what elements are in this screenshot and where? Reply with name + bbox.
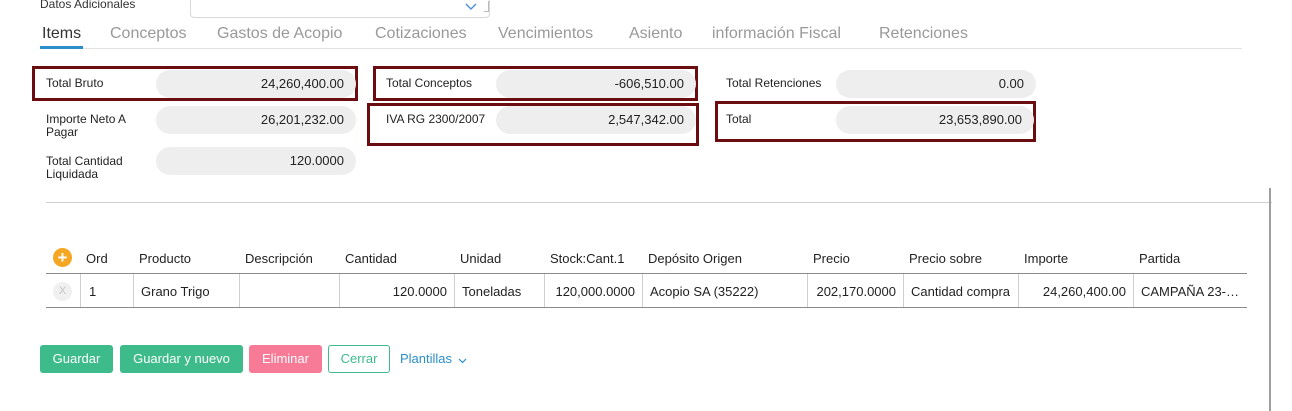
resize-handle-icon <box>484 1 489 12</box>
guardar-button[interactable]: Guardar <box>40 345 113 373</box>
plantillas-label: Plantillas <box>400 351 453 366</box>
tab-gastos-de-acopio[interactable]: Gastos de Acopio <box>217 25 342 43</box>
cell-producto[interactable]: Grano Trigo <box>141 284 210 299</box>
cell-separator <box>133 274 134 307</box>
total-conceptos-value: -606,510.00 <box>496 70 696 98</box>
cell-cantidad[interactable]: 120.0000 <box>345 284 447 299</box>
total-bruto-value: 24,260,400.00 <box>156 70 356 98</box>
total-label: Total <box>726 112 752 126</box>
column-header-ord: Ord <box>86 251 108 266</box>
chevron-down-icon <box>465 1 477 13</box>
column-header-stock: Stock:Cant.1 <box>550 251 625 266</box>
delete-row-icon[interactable]: X <box>53 282 72 301</box>
datos-adicionales-label: Datos Adicionales <box>40 0 136 11</box>
cerrar-button[interactable]: Cerrar <box>328 345 390 373</box>
total-cantidad-label: Total Cantidad Liquidada <box>46 154 123 181</box>
total-conceptos-label: Total Conceptos <box>386 76 473 90</box>
grid-row-border <box>46 307 1247 308</box>
cell-separator <box>1133 274 1134 307</box>
guardar-y-nuevo-button[interactable]: Guardar y nuevo <box>120 345 243 373</box>
tab-items[interactable]: Items <box>39 25 84 49</box>
total-value: 23,653,890.00 <box>836 106 1034 134</box>
total-retenciones-value: 0.00 <box>836 70 1036 98</box>
vertical-scrollbar[interactable] <box>1269 188 1271 411</box>
grid-header-border <box>46 273 1247 274</box>
column-header-producto: Producto <box>139 251 192 266</box>
cell-separator <box>807 274 808 307</box>
cell-precio[interactable]: 202,170.0000 <box>810 284 896 299</box>
cell-separator <box>239 274 240 307</box>
cell-precio-sobre[interactable]: Cantidad compra <box>911 284 1010 299</box>
add-row-icon[interactable]: + <box>53 248 72 267</box>
cell-separator <box>903 274 904 307</box>
tab-conceptos[interactable]: Conceptos <box>110 25 187 43</box>
column-header-unidad: Unidad <box>460 251 502 266</box>
cell-deposito-origen[interactable]: Acopio SA (35222) <box>650 284 758 299</box>
total-bruto-label: Total Bruto <box>46 76 104 90</box>
section-divider <box>46 202 1272 203</box>
eliminar-button[interactable]: Eliminar <box>249 345 322 373</box>
column-header-importe: Importe <box>1024 251 1069 266</box>
iva-value: 2,547,342.00 <box>496 106 696 134</box>
iva-label: IVA RG 2300/2007 <box>386 112 486 126</box>
column-header-descripcion: Descripción <box>245 251 313 266</box>
importe-neto-label: Importe Neto A Pagar <box>46 112 126 139</box>
cell-importe[interactable]: 24,260,400.00 <box>1022 284 1126 299</box>
datos-adicionales-select[interactable] <box>190 0 490 18</box>
importe-neto-value: 26,201,232.00 <box>156 106 356 134</box>
chevron-down-icon <box>458 352 467 367</box>
tab-asiento[interactable]: Asiento <box>629 25 682 43</box>
column-header-cantidad: Cantidad <box>345 251 398 266</box>
cell-separator <box>454 274 455 307</box>
cell-ord[interactable]: 1 <box>89 284 96 299</box>
tab-informacion-fiscal[interactable]: información Fiscal <box>712 25 841 43</box>
cell-stock[interactable]: 120,000.0000 <box>550 284 635 299</box>
tab-cotizaciones[interactable]: Cotizaciones <box>375 25 467 43</box>
cell-unidad[interactable]: Toneladas <box>462 284 521 299</box>
total-retenciones-label: Total Retenciones <box>726 76 822 90</box>
column-header-partida: Partida <box>1139 251 1181 266</box>
column-header-deposito-origen: Depósito Origen <box>648 251 742 266</box>
cell-partida[interactable]: CAMPAÑA 23-… <box>1141 284 1239 299</box>
tab-vencimientos[interactable]: Vencimientos <box>498 25 593 43</box>
cell-separator <box>544 274 545 307</box>
cell-separator <box>80 274 81 307</box>
tab-bar: Items Conceptos Gastos de Acopio Cotizac… <box>39 24 1242 49</box>
plantillas-dropdown[interactable]: Plantillas <box>400 351 467 367</box>
total-cantidad-value: 120.0000 <box>156 147 356 175</box>
cell-separator <box>1018 274 1019 307</box>
column-header-precio: Precio <box>813 251 850 266</box>
cell-separator <box>642 274 643 307</box>
cell-separator <box>339 274 340 307</box>
column-header-precio-sobre: Precio sobre <box>909 251 982 266</box>
tab-retenciones[interactable]: Retenciones <box>879 25 968 43</box>
